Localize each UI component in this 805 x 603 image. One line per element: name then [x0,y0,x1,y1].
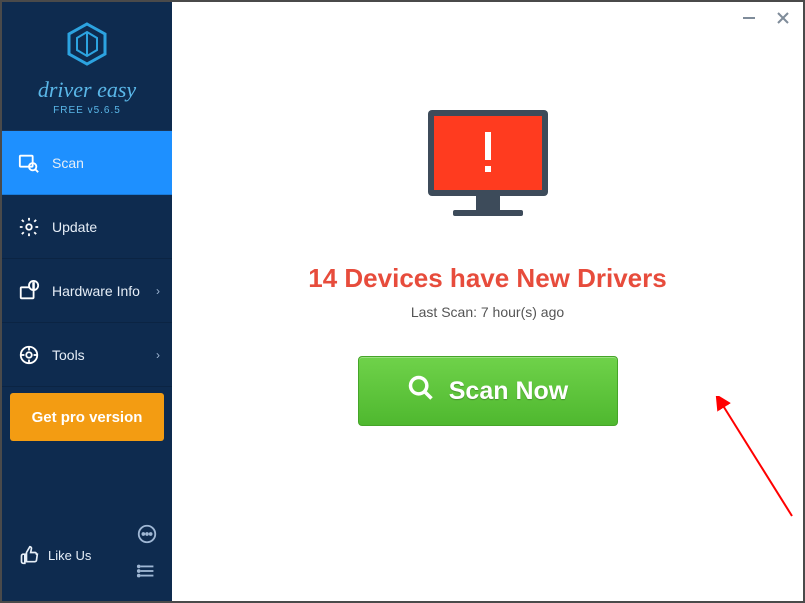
headline: 14 Devices have New Drivers [308,263,666,294]
nav: Scan Update i [2,131,172,513]
sidebar-bottom: Like Us [2,513,172,601]
app-version: FREE v5.6.5 [2,105,172,116]
sidebar-item-label: Tools [52,347,85,363]
app-name: driver easy [2,77,172,103]
scan-now-button[interactable]: Scan Now [358,356,618,426]
sidebar-item-label: Hardware Info [52,283,140,299]
sidebar-item-label: Scan [52,155,84,171]
sidebar-item-tools[interactable]: Tools › [2,323,172,387]
get-pro-label: Get pro version [32,409,143,426]
scan-now-label: Scan Now [449,377,568,406]
minimize-button[interactable] [739,8,759,28]
like-us-label: Like Us [48,548,91,563]
feedback-icon[interactable] [136,523,158,550]
gear-icon [16,216,42,238]
chevron-right-icon: › [156,284,160,298]
menu-icon[interactable] [136,560,158,587]
hardware-icon: i [16,280,42,302]
logo-icon [63,20,111,73]
chevron-right-icon: › [156,348,160,362]
like-us-button[interactable]: Like Us [16,545,91,565]
logo-area: driver easy FREE v5.6.5 [2,2,172,131]
thumbs-up-icon [16,545,42,565]
close-button[interactable] [773,8,793,28]
window-controls [739,8,793,28]
app-window: driver easy FREE v5.6.5 Scan [0,0,805,603]
sidebar-item-hardware-info[interactable]: i Hardware Info › [2,259,172,323]
sidebar-item-update[interactable]: Update [2,195,172,259]
sidebar-item-scan[interactable]: Scan [2,131,172,195]
alert-monitor-icon [413,102,563,237]
sidebar-item-label: Update [52,219,97,235]
sidebar: driver easy FREE v5.6.5 Scan [2,2,172,601]
get-pro-button[interactable]: Get pro version [10,393,164,441]
main-panel: 14 Devices have New Drivers Last Scan: 7… [172,2,803,601]
search-icon [407,374,435,409]
scan-icon [16,152,42,174]
content: 14 Devices have New Drivers Last Scan: 7… [172,2,803,426]
tools-icon [16,344,42,366]
last-scan-text: Last Scan: 7 hour(s) ago [411,304,564,320]
